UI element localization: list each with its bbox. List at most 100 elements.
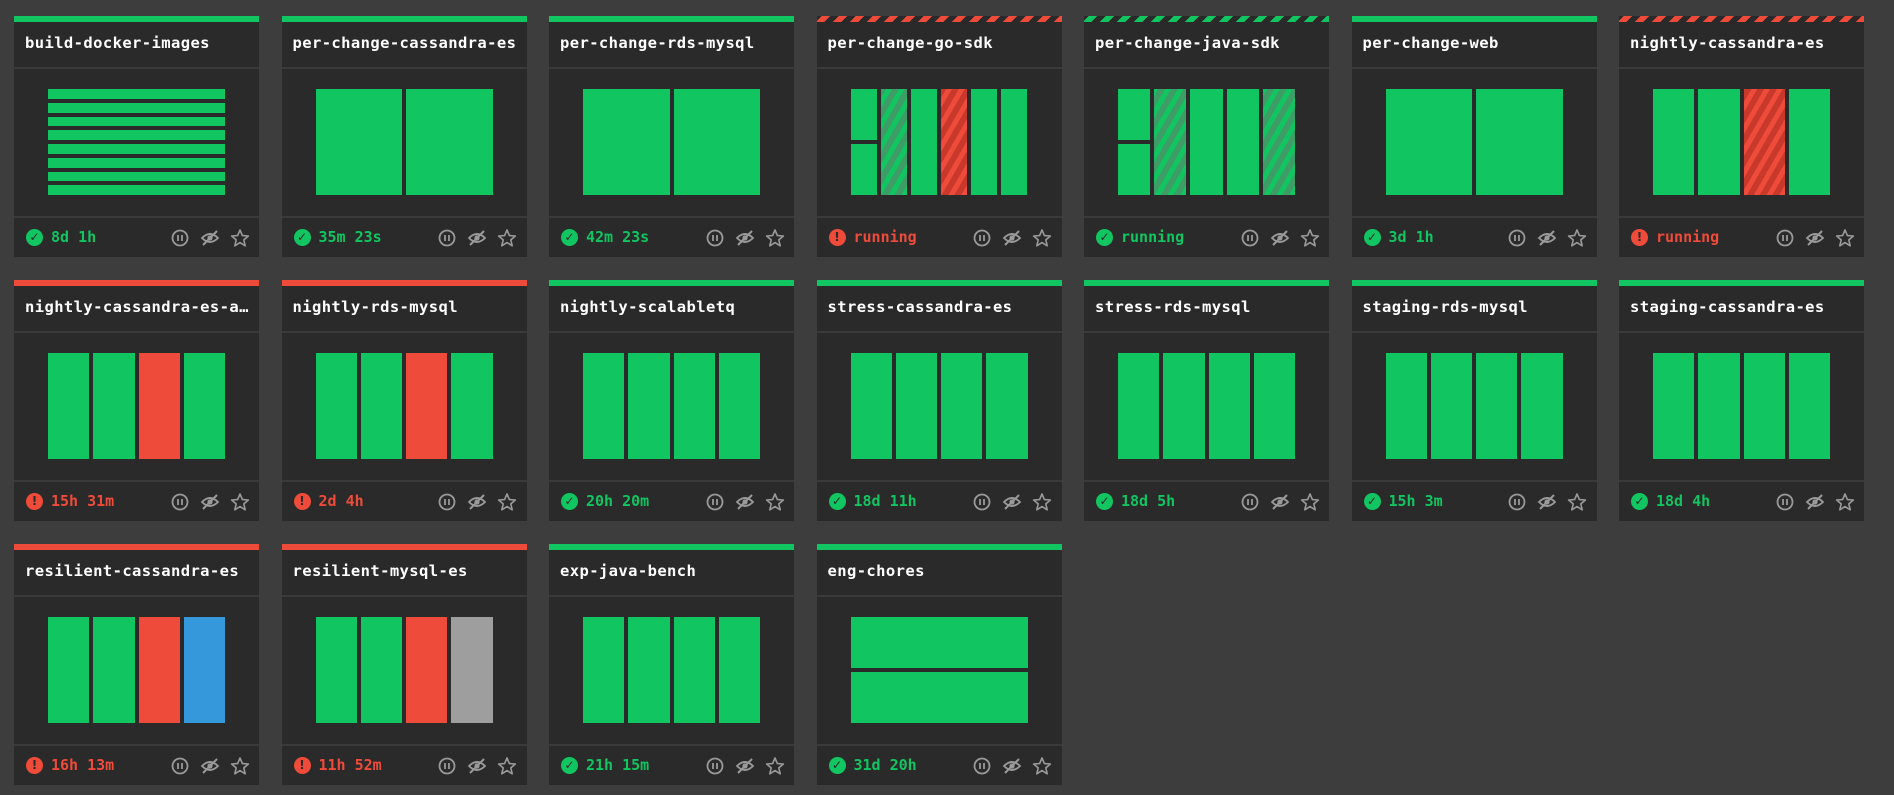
star-icon[interactable] — [229, 491, 250, 512]
job-box[interactable] — [183, 617, 225, 723]
pause-icon[interactable] — [704, 227, 725, 248]
star-icon[interactable] — [497, 227, 518, 248]
eye-slash-icon[interactable] — [467, 755, 488, 776]
job-box[interactable] — [1698, 353, 1740, 459]
job-box[interactable] — [406, 353, 448, 459]
pipeline-job-grid[interactable] — [48, 617, 225, 723]
pipeline-card[interactable]: nightly-rds-mysql! 2d 4h — [281, 280, 527, 521]
job-box[interactable] — [910, 89, 937, 195]
job-box[interactable] — [93, 617, 135, 723]
pipeline-job-grid[interactable] — [850, 353, 1028, 459]
star-icon[interactable] — [1299, 491, 1320, 512]
pipeline-card[interactable]: nightly-scalabletq ✓ 20h 20m — [549, 280, 794, 521]
pipeline-name[interactable]: resilient-cassandra-es — [25, 562, 251, 580]
job-box[interactable] — [673, 353, 715, 459]
job-box[interactable] — [850, 672, 1028, 723]
pause-icon[interactable] — [1239, 227, 1260, 248]
job-box[interactable] — [1154, 89, 1187, 195]
job-box[interactable] — [1226, 89, 1259, 195]
star-icon[interactable] — [229, 227, 250, 248]
eye-slash-icon[interactable] — [1269, 491, 1290, 512]
job-box[interactable] — [138, 617, 180, 723]
job-box[interactable] — [941, 89, 968, 195]
pause-icon[interactable] — [437, 491, 458, 512]
pipeline-name[interactable]: per-change-go-sdk — [828, 34, 1054, 52]
job-box[interactable] — [1430, 353, 1472, 459]
pipeline-card[interactable]: exp-java-bench ✓ 21h 15m — [549, 544, 794, 785]
job-box[interactable] — [1653, 89, 1695, 195]
star-icon[interactable] — [229, 755, 250, 776]
job-box[interactable] — [1521, 353, 1563, 459]
job-box[interactable] — [48, 157, 225, 168]
eye-slash-icon[interactable] — [467, 491, 488, 512]
eye-slash-icon[interactable] — [467, 227, 488, 248]
eye-slash-icon[interactable] — [1804, 227, 1825, 248]
job-box[interactable] — [406, 617, 448, 723]
job-box[interactable] — [986, 353, 1028, 459]
pipeline-name[interactable]: staging-rds-mysql — [1363, 298, 1589, 316]
job-box[interactable] — [1118, 353, 1160, 459]
job-box[interactable] — [850, 353, 892, 459]
job-box[interactable] — [93, 353, 135, 459]
star-icon[interactable] — [1567, 491, 1588, 512]
eye-slash-icon[interactable] — [734, 491, 755, 512]
job-box[interactable] — [583, 617, 625, 723]
job-box[interactable] — [48, 89, 225, 99]
eye-slash-icon[interactable] — [1537, 491, 1558, 512]
pipeline-name[interactable]: resilient-mysql-es — [293, 562, 519, 580]
pause-icon[interactable] — [972, 491, 993, 512]
job-box[interactable] — [360, 617, 402, 723]
pipeline-job-grid[interactable] — [1385, 353, 1563, 459]
job-box[interactable] — [315, 617, 357, 723]
pipeline-card[interactable]: per-change-cassandra-es ✓ 35m 23s — [281, 16, 527, 257]
pause-icon[interactable] — [972, 227, 993, 248]
job-box[interactable] — [628, 617, 670, 723]
eye-slash-icon[interactable] — [1537, 227, 1558, 248]
star-icon[interactable] — [764, 491, 785, 512]
pipeline-name[interactable]: per-change-rds-mysql — [560, 34, 786, 52]
pipeline-job-grid[interactable] — [1385, 89, 1563, 195]
job-box[interactable] — [583, 89, 670, 195]
pause-icon[interactable] — [169, 755, 190, 776]
pause-icon[interactable] — [1239, 491, 1260, 512]
job-box[interactable] — [48, 171, 225, 182]
pipeline-job-grid[interactable] — [583, 353, 760, 459]
job-box[interactable] — [1190, 89, 1223, 195]
job-box[interactable] — [315, 353, 357, 459]
star-icon[interactable] — [497, 755, 518, 776]
pause-icon[interactable] — [1774, 227, 1795, 248]
pipeline-job-grid[interactable] — [315, 353, 493, 459]
job-box[interactable] — [1476, 353, 1518, 459]
job-box[interactable] — [718, 353, 760, 459]
eye-slash-icon[interactable] — [199, 755, 220, 776]
pipeline-name[interactable]: stress-rds-mysql — [1095, 298, 1321, 316]
star-icon[interactable] — [1834, 227, 1855, 248]
job-box[interactable] — [1001, 89, 1028, 195]
job-box[interactable] — [1208, 353, 1250, 459]
job-box[interactable] — [48, 617, 90, 723]
pipeline-job-grid[interactable] — [583, 89, 760, 195]
pipeline-card[interactable]: build-docker-images ✓ 8d 1h — [14, 16, 259, 257]
eye-slash-icon[interactable] — [1002, 755, 1023, 776]
pipeline-job-grid[interactable] — [1653, 89, 1830, 195]
pipeline-name[interactable]: per-change-web — [1363, 34, 1589, 52]
pause-icon[interactable] — [437, 755, 458, 776]
star-icon[interactable] — [1032, 491, 1053, 512]
pause-icon[interactable] — [704, 755, 725, 776]
pipeline-job-grid[interactable] — [583, 617, 760, 723]
pipeline-card[interactable]: resilient-mysql-es! 11h 52m — [281, 544, 527, 785]
job-box[interactable] — [48, 144, 225, 154]
pipeline-job-grid[interactable] — [48, 89, 225, 195]
pause-icon[interactable] — [972, 755, 993, 776]
star-icon[interactable] — [1032, 227, 1053, 248]
pipeline-job-grid[interactable] — [315, 617, 493, 723]
job-box[interactable] — [1385, 89, 1472, 195]
eye-slash-icon[interactable] — [734, 755, 755, 776]
pipeline-job-grid[interactable] — [1653, 353, 1830, 459]
job-box[interactable] — [48, 130, 225, 140]
job-box[interactable] — [880, 89, 907, 195]
job-box[interactable] — [895, 353, 937, 459]
job-box[interactable] — [1385, 353, 1427, 459]
job-box[interactable] — [138, 353, 180, 459]
pipeline-card[interactable]: per-change-go-sdk! running — [816, 16, 1062, 257]
